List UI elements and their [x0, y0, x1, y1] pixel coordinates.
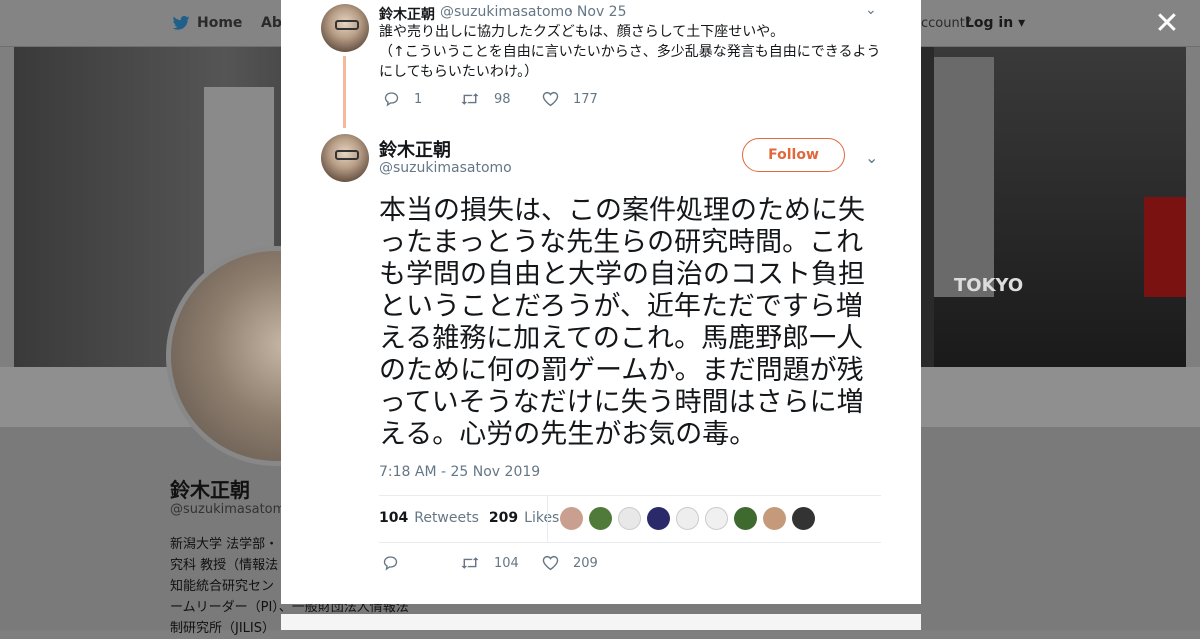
profile-handle: @suzukimasatom	[170, 502, 286, 517]
liker-avatar[interactable]	[763, 507, 786, 530]
parent-author-handle[interactable]: @suzukimasatomo	[440, 4, 573, 20]
retweet-icon	[461, 93, 479, 105]
login-button[interactable]: Log in ▾	[965, 15, 1025, 31]
author-avatar[interactable]	[321, 134, 369, 182]
reply-count: 1	[414, 91, 423, 107]
liker-avatar[interactable]	[647, 507, 670, 530]
chevron-down-icon[interactable]: ⌄	[865, 148, 878, 167]
parent-timestamp[interactable]: · Nov 25	[568, 4, 627, 20]
heart-icon	[542, 91, 559, 107]
divider	[379, 495, 881, 496]
liker-avatar[interactable]	[589, 507, 612, 530]
close-icon[interactable]: ✕	[1153, 9, 1181, 39]
divider	[379, 542, 881, 543]
retweet-count: 98	[494, 91, 511, 107]
nav-home[interactable]: Home	[197, 15, 242, 31]
parent-avatar[interactable]	[321, 4, 369, 52]
author-handle[interactable]: @suzukimasatomo	[379, 160, 512, 176]
caret-down-icon: ▾	[1018, 15, 1026, 31]
liker-avatar[interactable]	[734, 507, 757, 530]
thread-connector	[343, 56, 346, 128]
reply-button[interactable]: 1	[383, 91, 422, 107]
twitter-bird-icon[interactable]	[172, 16, 190, 30]
liker-avatar[interactable]	[560, 507, 583, 530]
retweets-stat[interactable]: 104 Retweets	[379, 510, 479, 526]
tweet-text: 本当の損失は、この案件処理のために失ったまっとうな先生らの研究時間。これも学問の…	[379, 195, 865, 450]
banner-red-sign	[1144, 197, 1186, 297]
like-button[interactable]: 209	[542, 555, 598, 571]
like-count: 177	[573, 91, 598, 107]
liker-avatar[interactable]	[676, 507, 699, 530]
likes-stat[interactable]: 209 Likes	[489, 510, 559, 526]
like-count: 209	[573, 555, 598, 571]
liker-avatar[interactable]	[792, 507, 815, 530]
retweet-button[interactable]: 104	[460, 555, 519, 571]
reply-button[interactable]	[382, 555, 413, 571]
retweet-icon	[461, 557, 479, 569]
author-name[interactable]: 鈴木正朝	[379, 136, 451, 162]
chevron-down-icon[interactable]: ⌄	[865, 2, 881, 18]
tweet-modal: 鈴木正朝 @suzukimasatomo · Nov 25 ⌄ 誰や売り出しに協…	[281, 0, 921, 604]
likers-avatars	[560, 507, 821, 530]
follow-button[interactable]: Follow	[742, 138, 845, 172]
reply-icon	[383, 556, 398, 571]
tweet-stats: 104 Retweets 209 Likes	[379, 510, 559, 526]
profile-name: 鈴木正朝	[170, 478, 250, 502]
next-card-edge	[281, 614, 921, 630]
retweet-button[interactable]: 98	[460, 91, 511, 107]
tweet-timestamp[interactable]: 7:18 AM - 25 Nov 2019	[379, 464, 540, 480]
liker-avatar[interactable]	[705, 507, 728, 530]
liker-avatar[interactable]	[618, 507, 641, 530]
heart-icon	[542, 555, 559, 571]
like-button[interactable]: 177	[542, 91, 598, 107]
banner-text: TOKYO	[954, 275, 1024, 296]
retweet-count: 104	[494, 555, 519, 571]
stats-divider	[547, 496, 548, 542]
parent-tweet-text: 誰や売り出しに協力したクズどもは、顔さらして土下座せいや。 （↑こういうことを自…	[379, 24, 881, 80]
banner-screen	[934, 57, 994, 297]
parent-author-name[interactable]: 鈴木正朝	[379, 4, 435, 24]
reply-icon	[384, 92, 399, 107]
